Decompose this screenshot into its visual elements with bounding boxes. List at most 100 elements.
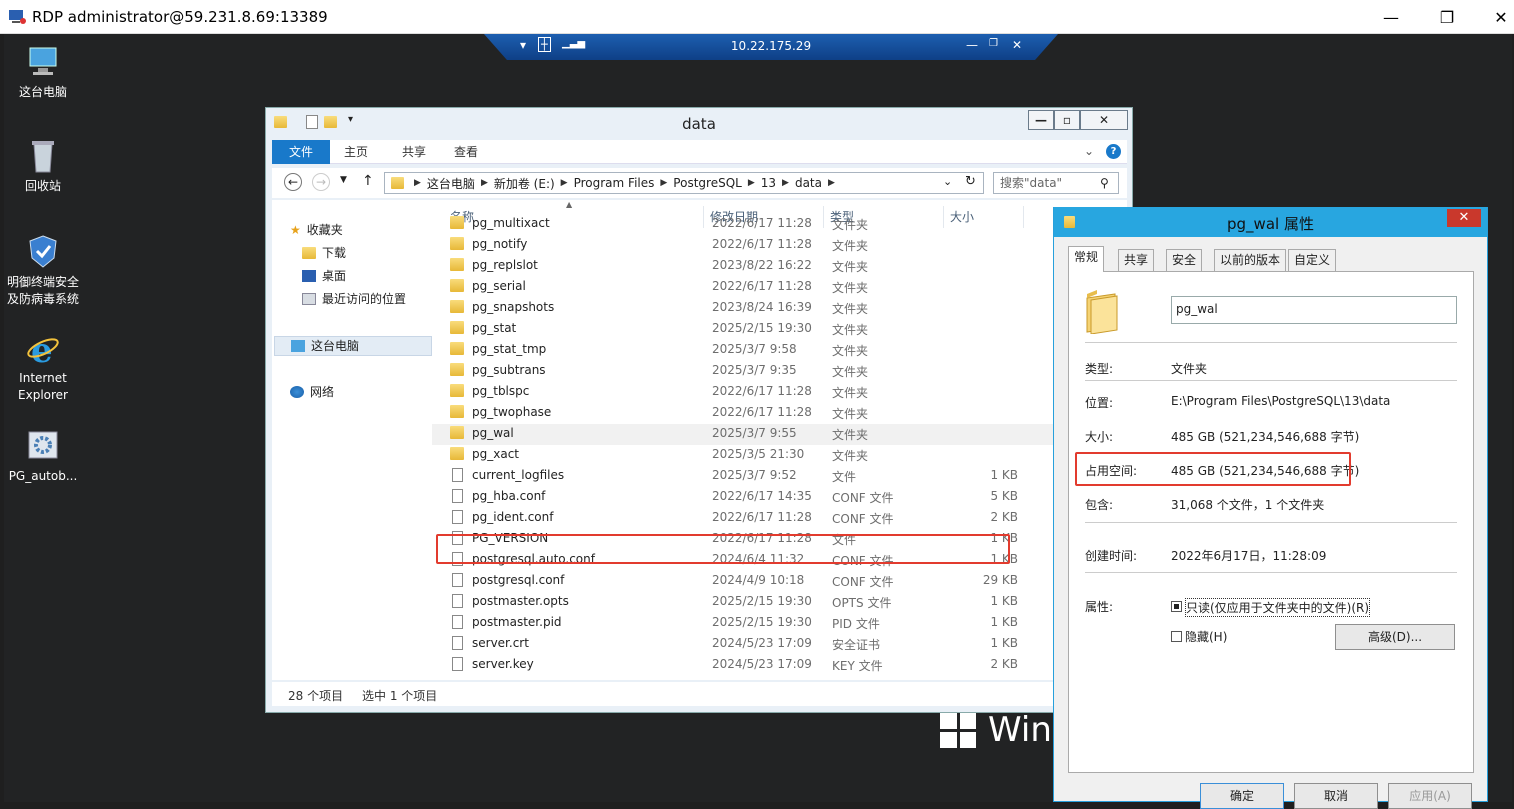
explorer-window: ▾ data — ▫ ✕ 文件 主页 共享 查看 ⌄ ? ← → ▼ ↑ ▶ 这… [265,107,1133,713]
breadcrumb-separator-icon[interactable]: ▶ [660,178,667,188]
connection-bar-close-button[interactable]: ✕ [1012,38,1022,52]
tab-sharing[interactable]: 共享 [1118,249,1155,271]
help-icon[interactable]: ? [1106,144,1121,159]
tab-share[interactable]: 共享 [392,140,436,164]
explorer-close-button[interactable]: ✕ [1080,110,1128,130]
table-row[interactable]: current_logfiles 2025/3/7 9:52 文件 1 KB [432,466,1122,487]
nav-network[interactable]: 网络 [290,382,448,402]
table-row[interactable]: server.crt 2024/5/23 17:09 安全证书 1 KB [432,634,1122,655]
file-date: 2025/2/15 19:30 [712,615,812,629]
desktop-icon-this-pc[interactable]: 这台电脑 [4,44,82,101]
table-row[interactable]: pg_stat_tmp 2025/3/7 9:58 文件夹 [432,340,1122,361]
desktop-icon-ie[interactable]: e Internet Explorer [4,330,82,404]
breadcrumb-separator-icon[interactable]: ▶ [481,178,488,188]
desktop-icon-security[interactable]: 明御终端安全及防病毒系统 [4,234,82,308]
hidden-label[interactable]: 隐藏(H) [1185,628,1227,645]
table-row[interactable]: postgresql.conf 2024/4/9 10:18 CONF 文件 29 K… [432,571,1122,592]
cancel-button[interactable]: 取消 [1294,783,1378,809]
rdp-restore-button[interactable]: ❐ [1424,0,1470,34]
tab-general[interactable]: 常规 [1068,246,1105,272]
recent-locations-icon[interactable]: ▼ [340,175,347,185]
desktop-icon-label: 回收站 [24,179,61,193]
forward-arrow-icon[interactable]: → [312,173,330,191]
breadcrumb-postgresql[interactable]: PostgreSQL [667,176,748,190]
nav-favorites[interactable]: ★ 收藏夹 [290,220,448,240]
selected-count: 选中 1 个项目 [362,689,438,703]
tab-home[interactable]: 主页 [334,140,378,164]
file-type: 文件夹 [832,407,869,421]
table-row[interactable]: pg_snapshots 2023/8/24 16:39 文件夹 [432,298,1122,319]
explorer-minimize-button[interactable]: — [1028,110,1054,130]
table-row[interactable]: server.key 2024/5/23 17:09 KEY 文件 2 KB [432,655,1122,676]
table-row[interactable]: pg_replslot 2023/8/22 16:22 文件夹 [432,256,1122,277]
table-row[interactable]: pg_stat 2025/2/15 19:30 文件夹 [432,319,1122,340]
breadcrumb-separator-icon[interactable]: ▶ [414,178,421,188]
file-name: pg_multixact [472,216,550,230]
refresh-icon[interactable]: ↻ [965,174,976,189]
readonly-label[interactable]: 只读(仅应用于文件夹中的文件)(R) [1185,598,1371,617]
table-row[interactable]: pg_ident.conf 2022/6/17 11:28 CONF 文件 2 KB [432,508,1122,529]
table-row[interactable]: pg_multixact 2022/6/17 11:28 文件夹 [432,214,1122,235]
recycle-bin-icon [26,138,60,174]
folder-icon [450,279,464,292]
tab-previous-versions[interactable]: 以前的版本 [1214,249,1287,271]
ribbon-expand-icon[interactable]: ⌄ [1084,144,1094,158]
table-row[interactable]: pg_serial 2022/6/17 11:28 文件夹 [432,277,1122,298]
breadcrumb-separator-icon[interactable]: ▶ [748,178,755,188]
rdp-minimize-button[interactable]: — [1368,0,1414,34]
table-row[interactable]: pg_notify 2022/6/17 11:28 文件夹 [432,235,1122,256]
breadcrumb-13[interactable]: 13 [755,176,782,190]
breadcrumb-program-files[interactable]: Program Files [568,176,661,190]
apply-button[interactable]: 应用(A) [1388,783,1472,809]
nav-this-pc[interactable]: 这台电脑 [274,336,432,356]
address-bar[interactable]: ▶ 这台电脑 ▶ 新加卷 (E:) ▶ Program Files ▶ Post… [384,172,984,194]
desktop-icon-recycle-bin[interactable]: 回收站 [4,138,82,195]
properties-close-button[interactable]: ✕ [1447,209,1481,227]
rdp-connection-bar: ▾ ┼ ▁▃▅ 10.22.175.29 — ❐ ✕ [484,34,1058,60]
file-name: pg_snapshots [472,300,555,314]
download-folder-icon [302,247,316,259]
up-arrow-icon[interactable]: ↑ [362,173,374,189]
file-date: 2025/3/7 9:35 [712,363,797,377]
explorer-maximize-button[interactable]: ▫ [1054,110,1080,130]
tab-file[interactable]: 文件 [272,140,330,164]
folder-name-input[interactable]: pg_wal [1171,296,1457,324]
breadcrumb-separator-icon[interactable]: ▶ [561,178,568,188]
rdp-close-button[interactable]: ✕ [1478,0,1514,34]
shield-icon [26,234,60,270]
address-dropdown-icon[interactable]: ⌄ [943,175,952,188]
table-row[interactable]: pg_wal 2025/3/7 9:55 文件夹 [432,424,1122,445]
readonly-checkbox[interactable] [1171,601,1182,612]
table-row[interactable]: pg_twophase 2022/6/17 11:28 文件夹 [432,403,1122,424]
ok-button[interactable]: 确定 [1200,783,1284,809]
tab-customize[interactable]: 自定义 [1288,249,1337,271]
back-arrow-icon[interactable]: ← [284,173,302,191]
table-row[interactable]: postmaster.pid 2025/2/15 19:30 PID 文件 1 KB [432,613,1122,634]
svg-text:e: e [31,331,53,366]
ie-icon: e [26,330,60,371]
table-row[interactable]: pg_tblspc 2022/6/17 11:28 文件夹 [432,382,1122,403]
table-row[interactable]: pg_xact 2025/3/5 21:30 文件夹 [432,445,1122,466]
breadcrumb-drive-e[interactable]: 新加卷 (E:) [488,175,561,192]
table-row[interactable]: pg_subtrans 2025/3/7 9:35 文件夹 [432,361,1122,382]
connection-bar-restore-button[interactable]: ❐ [989,38,998,49]
breadcrumb-data[interactable]: data [789,176,828,190]
navigation-pane: ★ 收藏夹 下载 桌面 最近访问的位置 这台电脑 网络 [272,200,432,680]
desktop-icon-label: 明御终端安全及防病毒系统 [6,275,79,306]
separator [1085,342,1457,343]
tab-security[interactable]: 安全 [1166,249,1203,271]
file-date: 2024/4/9 10:18 [712,573,805,587]
breadcrumb-separator-icon[interactable]: ▶ [828,178,835,188]
tab-view[interactable]: 查看 [444,140,488,164]
table-row[interactable]: postmaster.opts 2025/2/15 19:30 OPTS 文件 1 K… [432,592,1122,613]
table-row[interactable]: pg_hba.conf 2022/6/17 14:35 CONF 文件 5 KB [432,487,1122,508]
hidden-checkbox[interactable] [1171,631,1182,642]
breadcrumb-separator-icon[interactable]: ▶ [782,178,789,188]
advanced-button[interactable]: 高级(D)... [1335,624,1455,650]
connection-bar-minimize-button[interactable]: — [966,38,978,52]
desktop-icon-pg-autob[interactable]: PG_autob... [4,428,82,485]
search-icon[interactable]: ⚲ [1100,176,1109,190]
breadcrumb-this-pc[interactable]: 这台电脑 [421,175,481,192]
file-name: pg_serial [472,279,526,293]
separator [1085,380,1457,381]
